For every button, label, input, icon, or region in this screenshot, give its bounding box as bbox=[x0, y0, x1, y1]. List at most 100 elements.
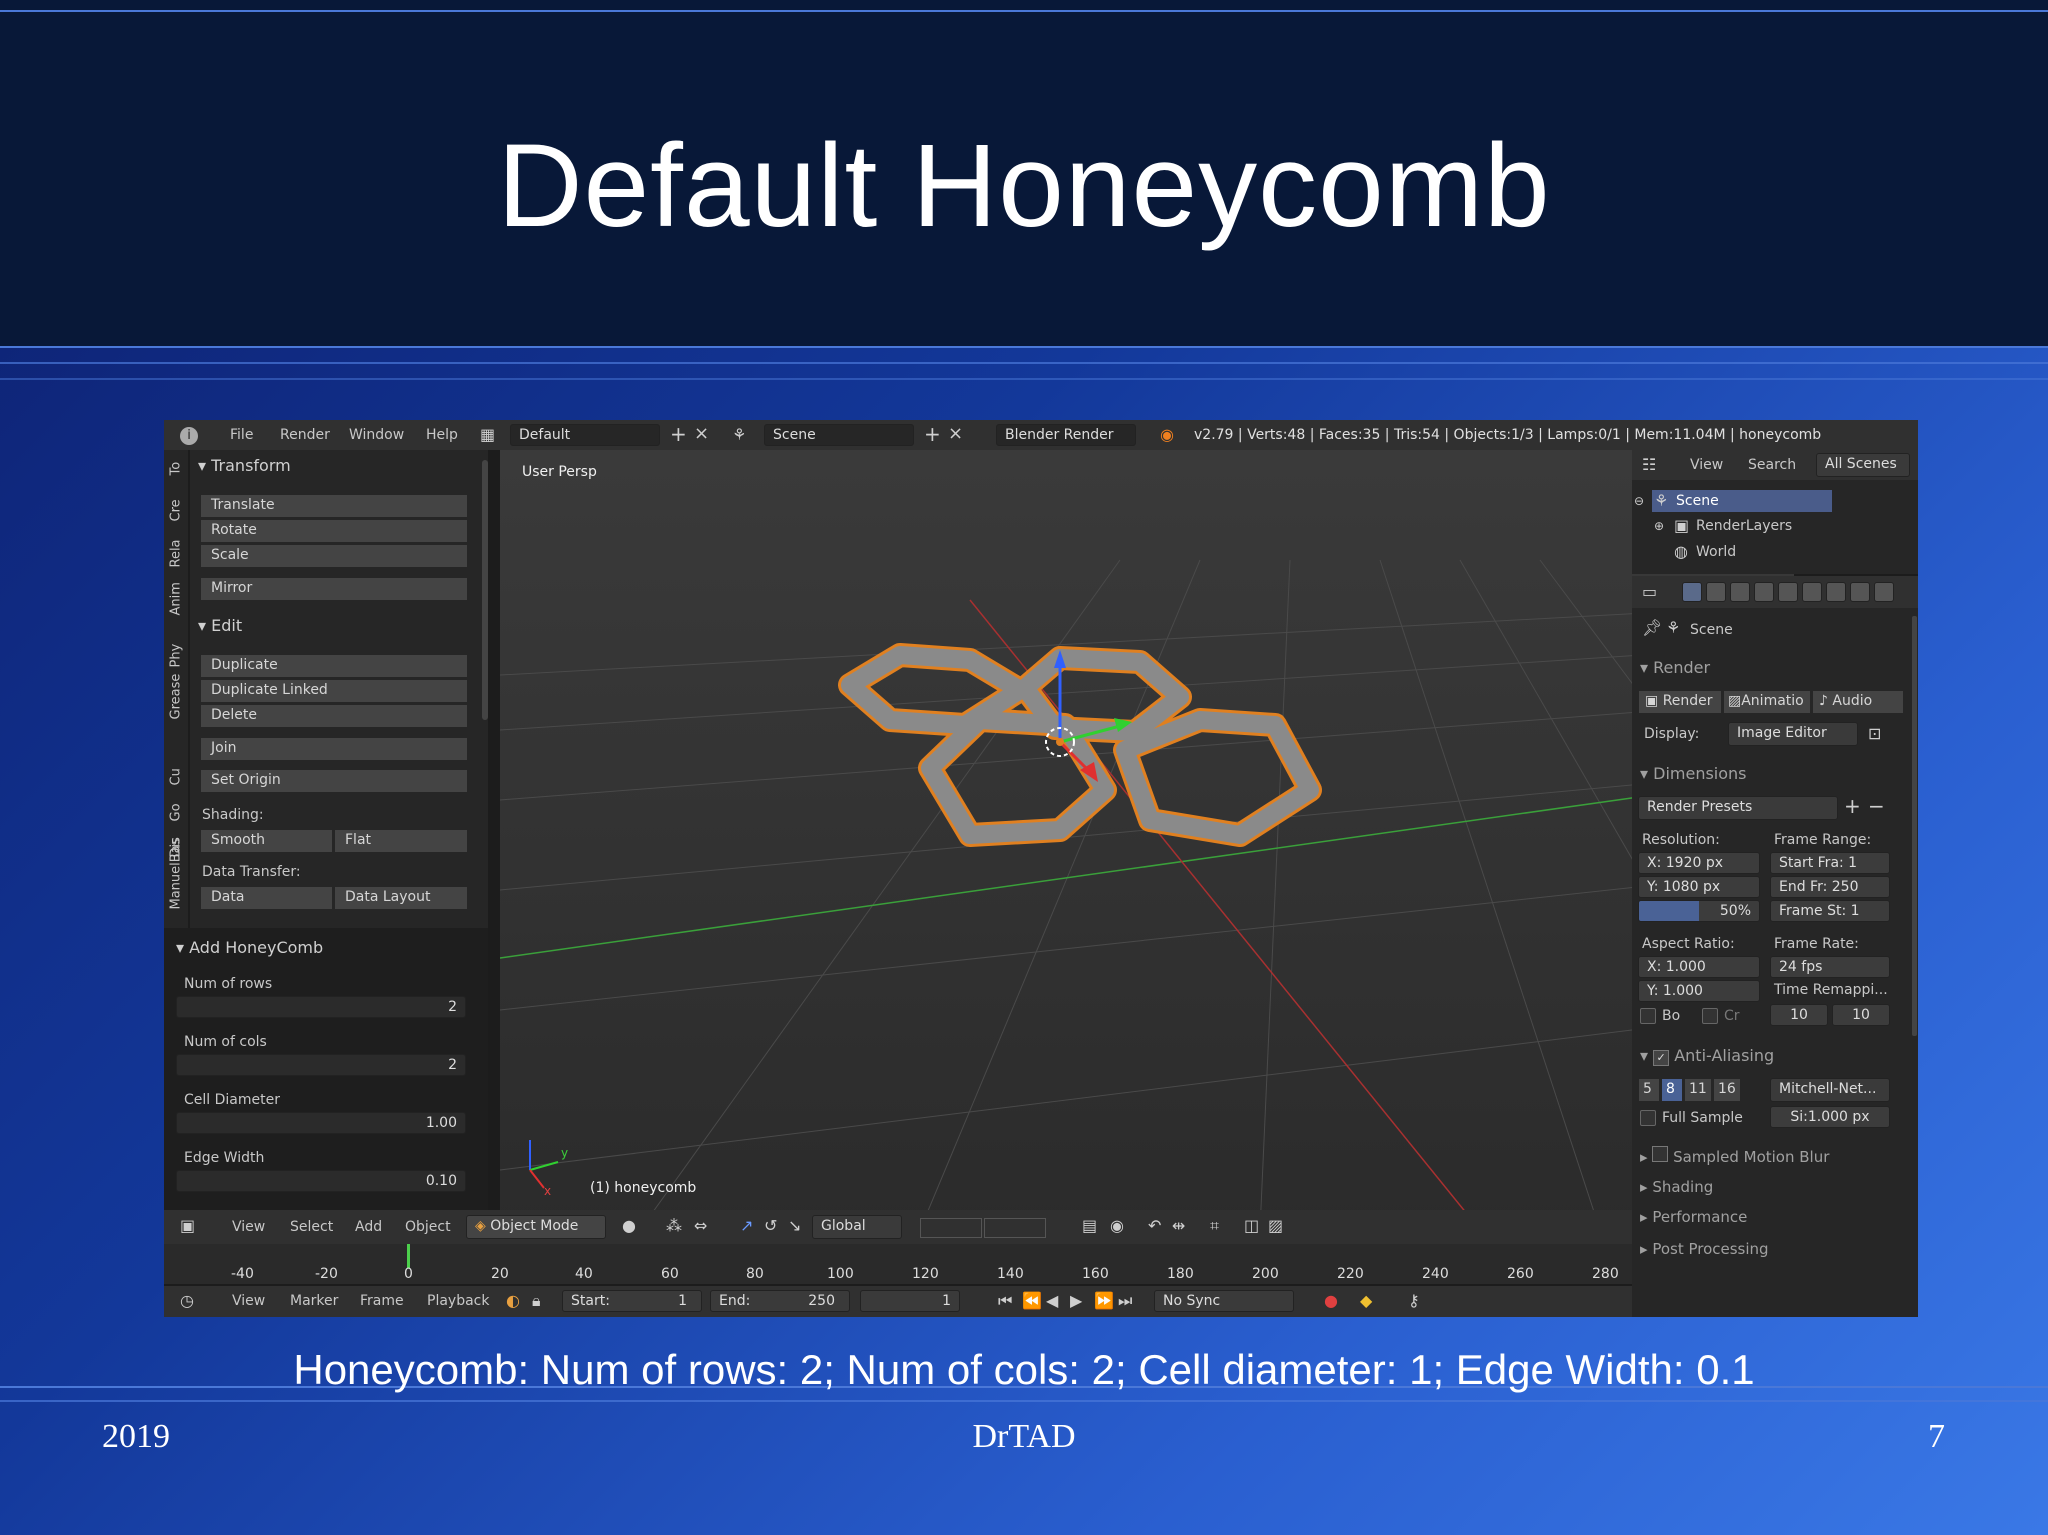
aspect-y-field[interactable]: Y: 1.000 bbox=[1638, 980, 1760, 1002]
layout-field[interactable]: Default bbox=[510, 424, 660, 446]
snap-element-icon[interactable]: ⇹ bbox=[1172, 1218, 1185, 1234]
render-layers-tab-icon[interactable] bbox=[1706, 582, 1726, 602]
current-frame-marker[interactable] bbox=[407, 1244, 410, 1268]
layout-icon[interactable]: ▦ bbox=[480, 427, 495, 443]
edge-width-field[interactable]: 0.10 bbox=[176, 1170, 466, 1192]
menu-file[interactable]: File bbox=[230, 427, 253, 443]
data-layout-button[interactable]: Data Layout bbox=[334, 886, 468, 910]
num-cols-field[interactable]: 2 bbox=[176, 1054, 466, 1076]
current-frame-field[interactable]: 1 bbox=[860, 1290, 960, 1312]
cell-diameter-field[interactable]: 1.00 bbox=[176, 1112, 466, 1134]
tool-shelf-scrollbar[interactable] bbox=[482, 460, 488, 720]
play-reverse-icon[interactable]: ◀ bbox=[1046, 1293, 1058, 1309]
remap-new-field[interactable]: 10 bbox=[1832, 1004, 1890, 1026]
jump-keyframe-back-icon[interactable]: ⏪ bbox=[1022, 1293, 1042, 1309]
aa-samples-5[interactable]: 5 bbox=[1638, 1078, 1660, 1102]
menu-window[interactable]: Window bbox=[349, 427, 404, 443]
delete-button[interactable]: Delete bbox=[200, 704, 468, 728]
anti-aliasing-checkbox[interactable]: ✓ bbox=[1653, 1050, 1670, 1066]
world-tab-icon[interactable] bbox=[1754, 582, 1774, 602]
layer-lock-icon[interactable]: ▤ bbox=[1082, 1218, 1097, 1234]
end-frame-field[interactable]: End: 250 bbox=[710, 1290, 850, 1312]
3d-viewport[interactable]: User Persp y x (1) honeycomb bbox=[500, 450, 1794, 1230]
dimensions-panel-header[interactable]: ▾ Dimensions bbox=[1640, 764, 1747, 783]
set-origin-dropdown[interactable]: Set Origin bbox=[200, 769, 468, 793]
keyframe-icon[interactable]: ◆ bbox=[1360, 1293, 1372, 1309]
data-button[interactable]: Data bbox=[200, 886, 333, 910]
performance-panel-header[interactable]: ▸ Performance bbox=[1640, 1208, 1747, 1226]
start-frame-field[interactable]: Start Fra: 1 bbox=[1770, 852, 1890, 874]
lock-icon[interactable]: 🔒︎ bbox=[532, 1293, 541, 1309]
tab-go[interactable]: Go bbox=[164, 802, 188, 836]
jump-start-icon[interactable]: ⏮ bbox=[998, 1293, 1012, 1309]
add-scene-icon[interactable]: + bbox=[924, 424, 941, 444]
shading-panel-header[interactable]: ▸ Shading bbox=[1640, 1178, 1713, 1196]
display-select[interactable]: Image Editor bbox=[1728, 722, 1858, 746]
layer-buttons[interactable] bbox=[920, 1218, 982, 1238]
anti-aliasing-panel-header[interactable]: ▾ ✓ Anti-Aliasing bbox=[1640, 1046, 1774, 1066]
add-layout-icon[interactable]: + bbox=[670, 424, 687, 444]
outliner-item-world[interactable]: World bbox=[1696, 544, 1736, 560]
tab-create[interactable]: Cre bbox=[164, 499, 188, 542]
num-rows-field[interactable]: 2 bbox=[176, 996, 466, 1018]
smooth-button[interactable]: Smooth bbox=[200, 829, 333, 853]
keying-set-icon[interactable]: ◐ bbox=[506, 1293, 520, 1309]
render-panel-header[interactable]: ▾ Render bbox=[1640, 658, 1710, 677]
viewport-menu-view[interactable]: View bbox=[232, 1219, 265, 1235]
post-processing-panel-header[interactable]: ▸ Post Processing bbox=[1640, 1240, 1769, 1258]
proportional-edit-icon[interactable]: ◉ bbox=[1110, 1218, 1124, 1234]
aa-samples-8[interactable]: 8 bbox=[1661, 1078, 1683, 1102]
render-audio-button[interactable]: ♪ Audio bbox=[1812, 690, 1904, 714]
expand-icon[interactable]: ⊕ bbox=[1654, 518, 1664, 534]
keying-icon[interactable]: ⚷ bbox=[1408, 1293, 1420, 1309]
snap-icon[interactable]: ↶ bbox=[1148, 1218, 1161, 1234]
timeline-editor-icon[interactable]: ◷ bbox=[180, 1293, 194, 1309]
grid-snap-icon[interactable]: ⌗ bbox=[1210, 1218, 1219, 1234]
shading-solid-icon[interactable]: ● bbox=[622, 1218, 636, 1234]
remap-old-field[interactable]: 10 bbox=[1770, 1004, 1828, 1026]
render-tab-icon[interactable] bbox=[1682, 582, 1702, 602]
viewport-menu-select[interactable]: Select bbox=[290, 1219, 333, 1235]
menu-render[interactable]: Render bbox=[280, 427, 330, 443]
aspect-x-field[interactable]: X: 1.000 bbox=[1638, 956, 1760, 978]
data-tab-icon[interactable] bbox=[1850, 582, 1870, 602]
render-animation-button[interactable]: ▨Animatio bbox=[1723, 690, 1811, 714]
resolution-x-field[interactable]: X: 1920 px bbox=[1638, 852, 1760, 874]
border-checkbox[interactable] bbox=[1640, 1008, 1656, 1024]
timeline-menu-playback[interactable]: Playback bbox=[427, 1293, 489, 1309]
render-engine-select[interactable]: Blender Render bbox=[996, 424, 1136, 446]
timeline-ruler[interactable]: -40 -20 0 20 40 60 80 100 120 140 160 18… bbox=[164, 1244, 1794, 1284]
outliner-item-renderlayers[interactable]: RenderLayers bbox=[1696, 518, 1792, 534]
filter-size-field[interactable]: Si:1.000 px bbox=[1770, 1106, 1890, 1128]
timeline-menu-view[interactable]: View bbox=[232, 1293, 265, 1309]
resolution-y-field[interactable]: Y: 1080 px bbox=[1638, 876, 1760, 898]
render-button[interactable]: ▣ Render bbox=[1638, 690, 1722, 714]
object-tab-icon[interactable] bbox=[1778, 582, 1798, 602]
mirror-button[interactable]: Mirror bbox=[200, 577, 468, 601]
translate-manipulator-icon[interactable]: ↗ bbox=[740, 1218, 753, 1234]
outliner-display-mode[interactable]: All Scenes bbox=[1816, 453, 1910, 477]
rotate-manipulator-icon[interactable]: ↺ bbox=[764, 1218, 777, 1234]
outliner-menu-view[interactable]: View bbox=[1690, 457, 1723, 473]
close-layout-icon[interactable]: × bbox=[694, 425, 709, 443]
render-presets-select[interactable]: Render Presets bbox=[1638, 796, 1838, 820]
translate-button[interactable]: Translate bbox=[200, 494, 468, 518]
join-button[interactable]: Join bbox=[200, 737, 468, 761]
pin-icon[interactable]: 📌︎ bbox=[1642, 620, 1662, 636]
aa-filter-select[interactable]: Mitchell-Net... bbox=[1770, 1078, 1890, 1102]
outliner-editor-icon[interactable]: ☷ bbox=[1642, 457, 1656, 473]
motion-blur-checkbox[interactable] bbox=[1652, 1146, 1669, 1162]
add-preset-icon[interactable]: + bbox=[1844, 796, 1861, 816]
menu-help[interactable]: Help bbox=[426, 427, 458, 443]
flat-button[interactable]: Flat bbox=[334, 829, 468, 853]
tab-cu[interactable]: Cu bbox=[164, 766, 188, 800]
manipulator-toggle-icon[interactable]: ⇔ bbox=[694, 1218, 707, 1234]
scale-manipulator-icon[interactable]: ↘ bbox=[788, 1218, 801, 1234]
collapse-icon[interactable]: ⊖ bbox=[1634, 493, 1644, 509]
scene-icon[interactable]: ⚘ bbox=[732, 427, 746, 443]
scene-field[interactable]: Scene bbox=[764, 424, 914, 446]
viewport-menu-object[interactable]: Object bbox=[405, 1219, 451, 1235]
jump-end-icon[interactable]: ⏭ bbox=[1118, 1293, 1132, 1309]
timeline-menu-frame[interactable]: Frame bbox=[360, 1293, 404, 1309]
material-tab-icon[interactable] bbox=[1874, 582, 1894, 602]
